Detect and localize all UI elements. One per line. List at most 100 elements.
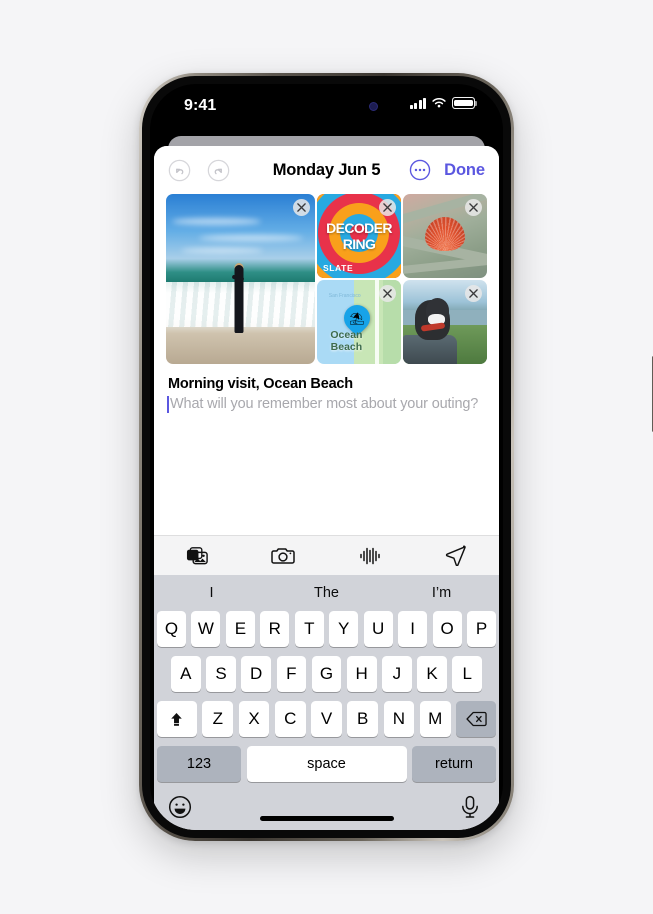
front-camera-dot — [368, 102, 378, 111]
photo-library-icon — [186, 546, 208, 564]
prediction-3[interactable]: I’m — [384, 585, 499, 601]
note-title[interactable]: Morning visit, Ocean Beach — [168, 376, 485, 392]
key-t[interactable]: T — [294, 611, 324, 647]
wifi-icon — [432, 98, 446, 108]
status-bar-indicators — [409, 97, 478, 109]
iphone-device-frame: 9:41 Monday Jun 5 Done DECODER RING SLAT… — [139, 73, 653, 841]
key-d[interactable]: D — [241, 656, 271, 692]
keyboard-bottom-bar — [154, 788, 499, 828]
close-icon — [297, 203, 306, 212]
key-k[interactable]: K — [417, 656, 447, 692]
key-q[interactable]: Q — [156, 611, 186, 647]
keyboard-row-2: A S D F G H J K L — [154, 656, 499, 692]
attachment-photo-dog[interactable] — [403, 280, 487, 364]
close-icon — [383, 203, 392, 212]
close-icon — [469, 289, 478, 298]
key-v[interactable]: V — [311, 701, 342, 737]
text-caret — [167, 396, 169, 413]
key-n[interactable]: N — [383, 701, 415, 737]
status-bar: 9:41 — [150, 84, 503, 131]
map-ghost-label: San Francisco — [328, 293, 361, 300]
battery-full-icon — [452, 97, 478, 109]
key-c[interactable]: C — [274, 701, 306, 737]
key-f[interactable]: F — [276, 656, 307, 692]
note-body[interactable]: Morning visit, Ocean Beach What will you… — [154, 364, 499, 535]
map-label-line2: Beach — [330, 340, 363, 353]
key-i[interactable]: I — [398, 611, 428, 647]
shift-key[interactable] — [156, 701, 197, 737]
emoji-smiley-icon — [168, 795, 192, 819]
prediction-1[interactable]: I — [154, 585, 269, 601]
photo-library-button[interactable] — [184, 543, 210, 569]
attachment-map-ocean-beach[interactable]: San Francisco ⛱ Ocean Beach — [317, 280, 401, 364]
key-x[interactable]: X — [238, 701, 270, 737]
key-e[interactable]: E — [225, 611, 255, 647]
key-o[interactable]: O — [432, 611, 462, 647]
more-ellipsis-icon[interactable] — [409, 159, 431, 181]
map-place-label: Ocean Beach — [317, 329, 376, 353]
key-m[interactable]: M — [419, 701, 451, 737]
key-w[interactable]: W — [191, 611, 221, 647]
phone-bezel: 9:41 Monday Jun 5 Done DECODER RING SLAT… — [142, 76, 511, 838]
shift-arrow-icon — [171, 712, 183, 726]
close-icon — [383, 289, 392, 298]
key-a[interactable]: A — [170, 656, 201, 692]
numbers-key[interactable]: 123 — [157, 746, 241, 782]
podcast-title-line2: RING — [342, 236, 376, 252]
location-button[interactable] — [443, 543, 469, 569]
audio-waveform-icon — [359, 547, 380, 564]
map-label-line1: Ocean — [330, 328, 363, 341]
location-arrow-icon — [446, 545, 467, 566]
surfer-beach-image — [166, 194, 315, 364]
cellular-bars-icon — [409, 97, 426, 109]
remove-attachment-button[interactable] — [293, 199, 310, 216]
note-placeholder-text[interactable]: What will you remember most about your o… — [167, 395, 485, 414]
close-icon — [469, 203, 478, 212]
phone-screen: 9:41 Monday Jun 5 Done DECODER RING SLAT… — [150, 84, 503, 830]
emoji-button[interactable] — [168, 795, 194, 821]
software-keyboard: I The I’m Q W E R T Y U I O P A S D F G … — [154, 575, 499, 830]
key-p[interactable]: P — [467, 611, 497, 647]
attachment-podcast-decoder-ring[interactable]: DECODER RING SLATE — [317, 194, 401, 278]
camera-button[interactable] — [270, 543, 296, 569]
journal-entry-sheet: Monday Jun 5 Done DECODER RING SLATE San… — [154, 146, 499, 830]
audio-record-button[interactable] — [357, 543, 383, 569]
navbar-right-actions: Done — [409, 159, 485, 181]
return-key[interactable]: return — [412, 746, 496, 782]
screenshot-stage: 9:41 Monday Jun 5 Done DECODER RING SLAT… — [0, 0, 653, 914]
remove-attachment-button[interactable] — [465, 199, 482, 216]
dictation-button[interactable] — [459, 795, 485, 821]
key-s[interactable]: S — [206, 656, 236, 692]
key-l[interactable]: L — [452, 656, 483, 692]
key-z[interactable]: Z — [202, 701, 234, 737]
key-b[interactable]: B — [347, 701, 379, 737]
microphone-icon — [462, 795, 478, 818]
podcast-title-line1: DECODER — [326, 220, 392, 237]
predictive-text-bar: I The I’m — [154, 575, 499, 611]
space-key[interactable]: space — [246, 746, 407, 782]
attachment-photo-surfer[interactable] — [166, 194, 315, 364]
backspace-key[interactable] — [456, 701, 497, 737]
sheet-navigation-bar: Monday Jun 5 Done — [154, 146, 499, 194]
note-placeholder-label: What will you remember most about your o… — [170, 396, 479, 412]
key-y[interactable]: Y — [329, 611, 359, 647]
attachment-photo-seashell[interactable] — [403, 194, 487, 278]
key-u[interactable]: U — [363, 611, 393, 647]
camera-icon — [271, 547, 296, 564]
key-j[interactable]: J — [382, 656, 412, 692]
key-g[interactable]: G — [311, 656, 342, 692]
prediction-2[interactable]: The — [269, 585, 384, 601]
keyboard-row-4: 123 space return — [154, 746, 499, 782]
attachment-grid-container: DECODER RING SLATE San Francisco ⛱ Ocean… — [154, 194, 499, 364]
keyboard-row-1: Q W E R T Y U I O P — [154, 611, 499, 647]
remove-attachment-button[interactable] — [465, 285, 482, 302]
remove-attachment-button[interactable] — [379, 199, 396, 216]
done-button[interactable]: Done — [444, 161, 485, 180]
keyboard-row-3: Z X C V B N M — [154, 701, 499, 737]
key-r[interactable]: R — [260, 611, 290, 647]
remove-attachment-button[interactable] — [379, 285, 396, 302]
input-accessory-toolbar — [154, 535, 499, 575]
home-indicator[interactable] — [259, 816, 394, 821]
key-h[interactable]: H — [346, 656, 377, 692]
podcast-publisher: SLATE — [323, 263, 354, 273]
